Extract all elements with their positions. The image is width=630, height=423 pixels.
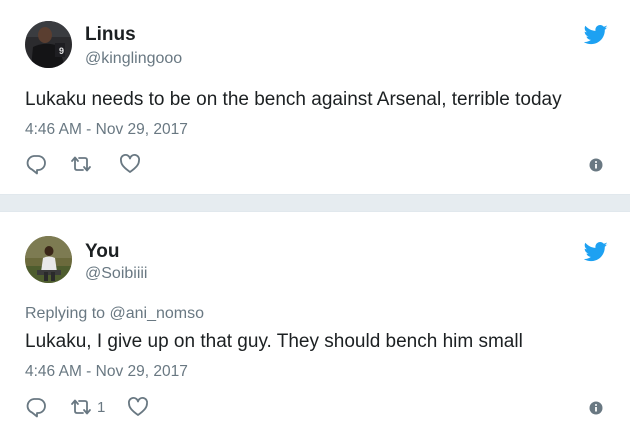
retweet-icon [71,399,91,415]
like-button[interactable] [127,396,149,418]
retweet-button[interactable] [69,153,97,175]
twitter-bird-icon[interactable] [584,25,608,45]
replying-to-mention[interactable]: @ani_nomso [110,305,205,322]
reply-button[interactable] [25,396,47,418]
reply-icon [26,155,46,175]
info-icon[interactable] [589,401,603,415]
like-icon [128,397,149,416]
user-handle[interactable]: @kinglingooo [85,49,182,69]
reply-button[interactable] [25,153,47,175]
replying-to: Replying to @ani_nomso [25,304,204,324]
tweet-timestamp[interactable]: 4:46 AM - Nov 29, 2017 [25,120,188,140]
tweet-text: Lukaku, I give up on that guy. They shou… [25,331,523,352]
user-handle[interactable]: @Soibiiii [85,264,147,284]
display-name[interactable]: You [85,241,119,263]
tweet-text: Lukaku needs to be on the bench against … [25,89,562,110]
retweet-button[interactable]: 1 [69,396,105,418]
info-icon[interactable] [589,158,603,172]
avatar[interactable]: 9 [25,21,72,68]
like-icon [120,154,140,173]
twitter-bird-icon[interactable] [584,242,608,262]
avatar-image [25,236,72,283]
avatar[interactable] [25,236,72,283]
replying-prefix: Replying to [25,305,106,322]
tweet-card-linus[interactable]: 9 Linus @kinglingooo Lukaku needs to be … [0,0,630,195]
tweet-card-you[interactable]: You @Soibiiii Replying to @ani_nomso Luk… [0,211,630,423]
tweet-actions [25,152,163,176]
display-name[interactable]: Linus [85,24,136,46]
like-button[interactable] [119,153,141,175]
tweet-timestamp[interactable]: 4:46 AM - Nov 29, 2017 [25,362,188,382]
retweet-icon [71,156,91,172]
retweet-count: 1 [97,398,106,416]
tweet-actions: 1 [25,395,171,419]
reply-icon [26,398,46,418]
avatar-jersey-number: 9 [59,46,64,56]
avatar-image: 9 [25,21,72,68]
